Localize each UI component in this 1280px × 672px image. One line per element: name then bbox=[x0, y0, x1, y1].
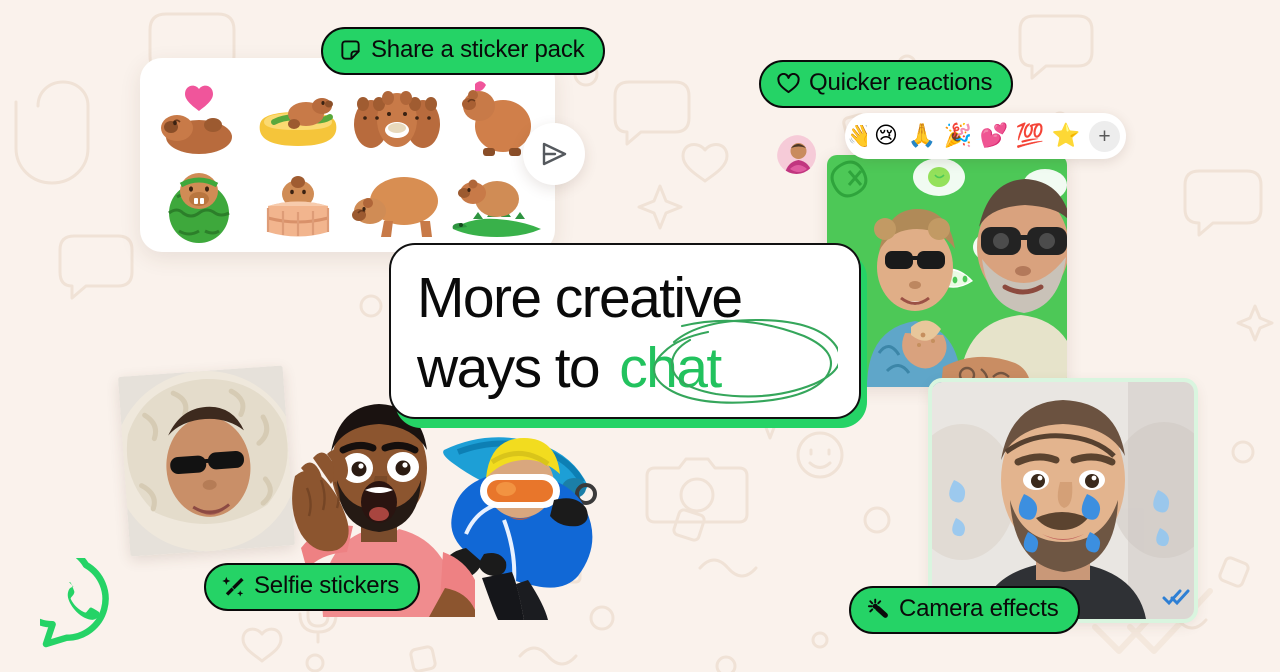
headline-card: More creative ways to chat bbox=[389, 243, 861, 419]
magic-wand-icon bbox=[867, 598, 890, 621]
contact-avatar-image bbox=[777, 135, 816, 174]
sticker-item[interactable] bbox=[348, 160, 447, 246]
headline-highlight-chat: chat bbox=[619, 336, 722, 400]
add-reaction-button[interactable]: + bbox=[1089, 120, 1120, 152]
capybara-hot-dog-sticker bbox=[259, 98, 337, 146]
label-quicker-reactions[interactable]: Quicker reactions bbox=[759, 60, 1014, 108]
sticker-pack-tray[interactable] bbox=[140, 58, 555, 252]
headline-line-2: ways to chat bbox=[417, 333, 833, 403]
man-with-tears-filter-image bbox=[932, 382, 1194, 619]
headline-line-1: More creative bbox=[417, 266, 743, 330]
whatsapp-logo bbox=[40, 558, 132, 650]
send-button[interactable] bbox=[523, 123, 585, 185]
camera-effect-photo bbox=[928, 378, 1198, 623]
reaction-emoji[interactable]: 💯 bbox=[1013, 124, 1047, 148]
headline-line-2-prefix: ways to bbox=[417, 336, 614, 400]
sticker-item[interactable] bbox=[348, 74, 447, 160]
label-share-sticker-pack[interactable]: Share a sticker pack bbox=[321, 27, 606, 75]
label-text: Share a sticker pack bbox=[371, 36, 585, 63]
magic-wand-sparkle-icon bbox=[222, 575, 245, 598]
sticker-item[interactable] bbox=[249, 74, 348, 160]
capybara-watermelon-sticker bbox=[168, 173, 231, 243]
reaction-emoji[interactable]: 💕 bbox=[977, 124, 1011, 148]
send-plane-icon bbox=[542, 142, 567, 166]
label-selfie-stickers[interactable]: Selfie stickers bbox=[204, 563, 421, 611]
capybara-trio-tea-sticker bbox=[353, 91, 440, 148]
reaction-bar[interactable]: 👋 😢 🙏 🎉 💕 💯 ⭐ + bbox=[845, 113, 1126, 159]
reaction-emoji[interactable]: 🎉 bbox=[941, 124, 975, 148]
heart-outline-icon bbox=[777, 72, 800, 94]
capybara-hot-tub-sticker bbox=[267, 176, 330, 237]
sticker-item[interactable] bbox=[150, 160, 249, 246]
sticker-item[interactable] bbox=[150, 74, 249, 160]
sticker-icon bbox=[339, 39, 362, 62]
capybara-on-crocodile-sticker bbox=[452, 179, 541, 237]
reaction-emoji[interactable]: ⭐ bbox=[1049, 124, 1083, 148]
woman-fur-hood-image bbox=[117, 365, 296, 557]
reaction-emoji[interactable]: 👋 bbox=[847, 125, 867, 148]
label-text: Selfie stickers bbox=[254, 572, 400, 599]
sticker-item[interactable] bbox=[249, 160, 348, 246]
whatsapp-logo-icon bbox=[40, 558, 109, 648]
whatsapp-promo-canvas: 👋 😢 🙏 🎉 💕 💯 ⭐ + More creative ways to ch… bbox=[0, 0, 1280, 672]
label-text: Quicker reactions bbox=[809, 69, 993, 96]
reaction-emoji[interactable]: 🙏 bbox=[905, 124, 939, 148]
label-text: Camera effects bbox=[899, 595, 1059, 622]
capybara-with-heart-sticker bbox=[161, 85, 233, 154]
reaction-emoji[interactable]: 😢 bbox=[869, 124, 903, 148]
label-camera-effects[interactable]: Camera effects bbox=[849, 586, 1080, 634]
selfie-sticker-woman-fur-hood bbox=[117, 365, 296, 557]
avatar[interactable] bbox=[775, 133, 818, 176]
capybara-walking-sticker bbox=[351, 177, 438, 237]
